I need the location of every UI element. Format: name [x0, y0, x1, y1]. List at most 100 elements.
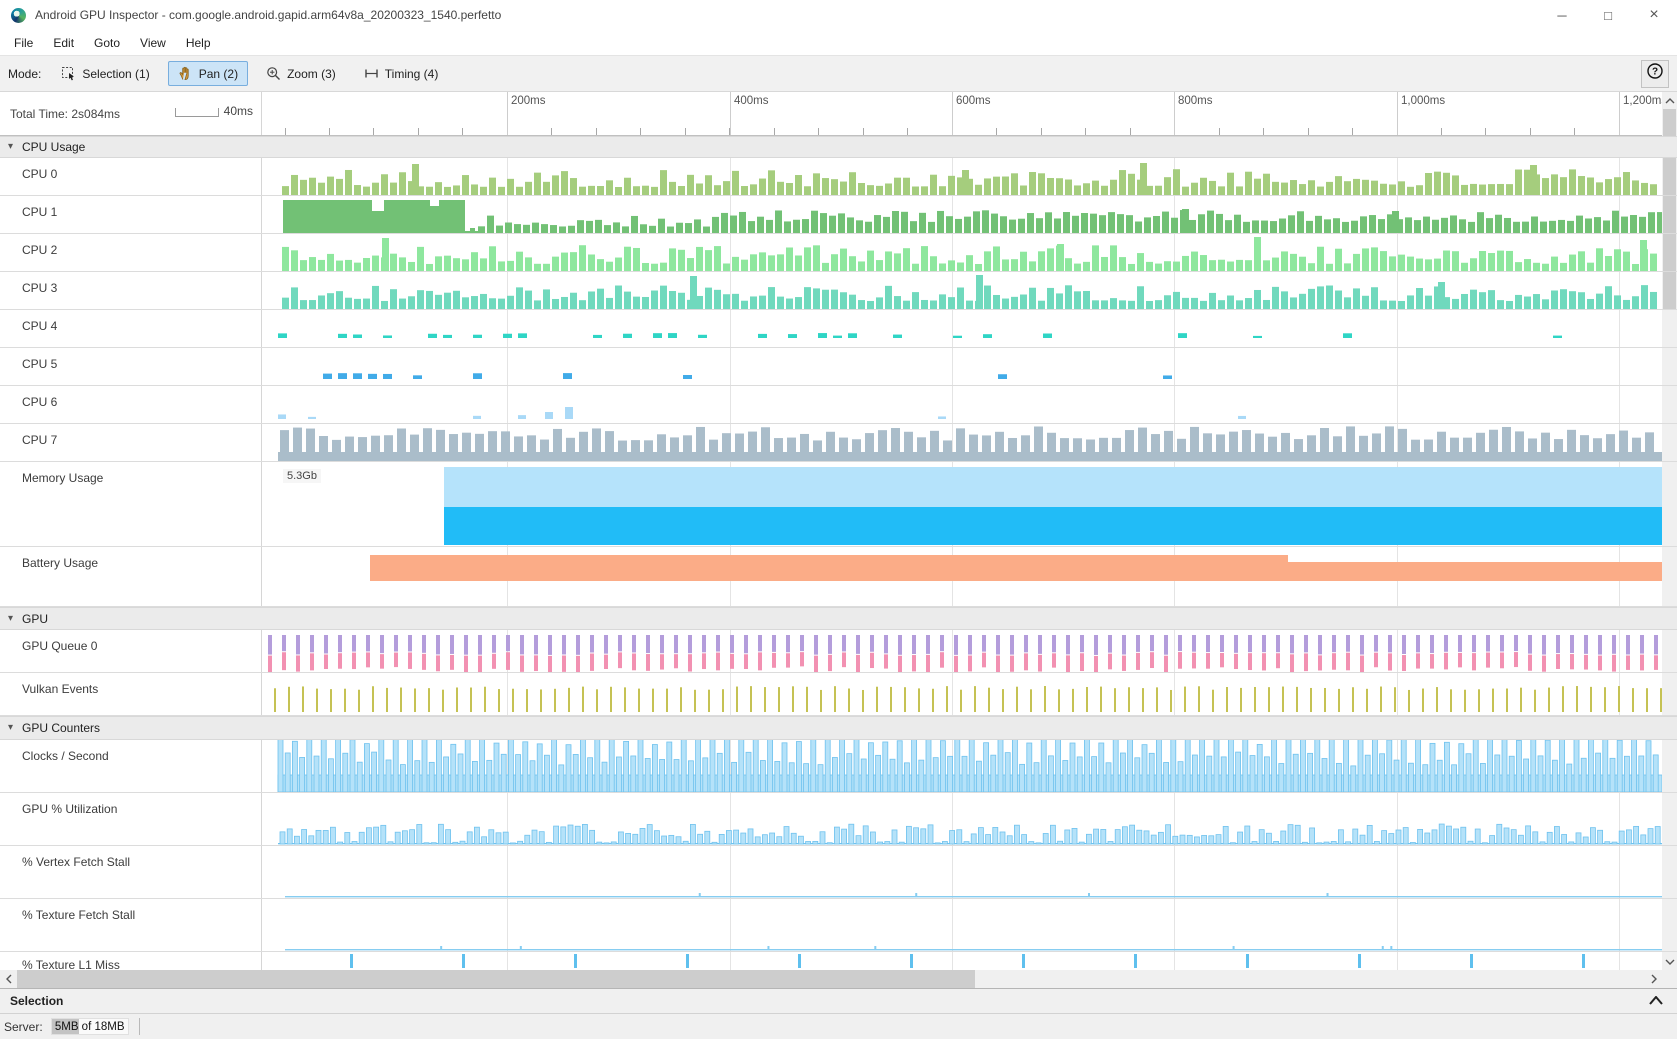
menu-file[interactable]: File	[4, 33, 43, 53]
track-label: Battery Usage	[0, 547, 262, 606]
app-window: Android GPU Inspector - com.google.andro…	[0, 0, 1677, 1039]
zoom-mode-button[interactable]: Zoom (3)	[256, 61, 346, 86]
track-row-battery-usage: Battery Usage	[0, 547, 1677, 607]
close-icon: ×	[1649, 6, 1658, 24]
title-bar: Android GPU Inspector - com.google.andro…	[0, 0, 1677, 30]
zoom-magnifier-icon	[266, 66, 281, 81]
selection-mode-label: Selection (1)	[82, 67, 149, 81]
help-button[interactable]: ?	[1641, 60, 1669, 88]
minimize-icon: ─	[1557, 8, 1566, 23]
scrollbar-corner	[1662, 970, 1677, 988]
track-label: Memory Usage	[0, 462, 262, 546]
scroll-left-arrow-icon[interactable]	[0, 970, 17, 988]
status-divider	[139, 1018, 140, 1035]
track-chart-vulkan[interactable]	[262, 673, 1662, 715]
track-label: CPU 5	[0, 348, 262, 385]
timeline-content: ▾ CPU Usage CPU 0 CPU 1 CPU 2 CPU 3 CPU …	[0, 136, 1677, 970]
collapse-triangle-icon: ▾	[8, 141, 13, 152]
track-chart-texture-fetch-stall[interactable]	[262, 899, 1662, 951]
track-label: Vulkan Events	[0, 673, 262, 715]
track-row-gpu-queue-0: GPU Queue 0	[0, 630, 1677, 673]
track-row-memory-usage: Memory Usage 5.3Gb	[0, 462, 1677, 547]
scroll-up-arrow-icon[interactable]	[1662, 92, 1677, 109]
server-label: Server:	[0, 1020, 43, 1034]
minimize-button[interactable]: ─	[1539, 0, 1585, 30]
track-row-texture-l1-miss: % Texture L1 Miss	[0, 952, 1677, 970]
selection-panel-title: Selection	[0, 994, 63, 1008]
track-label: CPU 3	[0, 272, 262, 309]
timing-mode-button[interactable]: Timing (4)	[354, 61, 449, 86]
track-label: % Texture Fetch Stall	[0, 899, 262, 951]
track-chart-texture-l1-miss[interactable]	[262, 952, 1662, 970]
ruler-summary: Total Time: 2s084ms 40ms	[0, 92, 262, 135]
track-row-vertex-fetch-stall: % Vertex Fetch Stall	[0, 846, 1677, 899]
timeline-ruler[interactable]: Total Time: 2s084ms 40ms 200ms400ms600ms…	[0, 92, 1677, 136]
scale-indicator: 40ms	[175, 106, 253, 117]
track-chart-cpu-2[interactable]	[262, 234, 1662, 271]
maximize-icon: □	[1604, 8, 1612, 23]
help-icon: ?	[1646, 62, 1664, 85]
scale-label: 40ms	[224, 106, 253, 117]
track-chart-cpu-6[interactable]	[262, 386, 1662, 423]
track-chart-cpu-0[interactable]	[262, 158, 1662, 195]
app-logo-icon	[11, 8, 26, 23]
track-chart-cpu-4[interactable]	[262, 310, 1662, 347]
maximize-button[interactable]: □	[1585, 0, 1631, 30]
group-header-gpu-counters[interactable]: ▾ GPU Counters	[0, 716, 1677, 740]
menu-view[interactable]: View	[130, 33, 176, 53]
menu-goto[interactable]: Goto	[84, 33, 130, 53]
ruler-major-label: 1,200ms	[1623, 95, 1662, 107]
track-row-cpu-4: CPU 4	[0, 310, 1677, 348]
menu-help[interactable]: Help	[176, 33, 221, 53]
track-label: GPU Queue 0	[0, 630, 262, 672]
ruler-major-label: 600ms	[956, 95, 991, 107]
zoom-mode-label: Zoom (3)	[287, 67, 336, 81]
horizontal-scrollbar-thumb[interactable]	[17, 970, 975, 988]
collapse-triangle-icon: ▾	[8, 722, 13, 733]
track-chart-battery[interactable]	[262, 547, 1662, 606]
pan-mode-button[interactable]: Pan (2)	[168, 61, 248, 86]
status-bar: Server: 5MB of 18MB	[0, 1014, 1677, 1039]
track-chart-cpu-7[interactable]	[262, 424, 1662, 461]
track-row-cpu-2: CPU 2	[0, 234, 1677, 272]
track-label: CPU 6	[0, 386, 262, 423]
selection-mode-button[interactable]: Selection (1)	[51, 61, 159, 86]
menu-edit[interactable]: Edit	[43, 33, 84, 53]
panel-collapse-chevron-icon[interactable]	[1649, 992, 1663, 1010]
track-label: % Vertex Fetch Stall	[0, 846, 262, 898]
track-chart-clocks[interactable]	[262, 740, 1662, 792]
scale-bracket-icon	[175, 108, 219, 117]
window-title: Android GPU Inspector - com.google.andro…	[35, 8, 501, 22]
pan-mode-label: Pan (2)	[199, 67, 238, 81]
track-chart-gpu-queue[interactable]	[262, 630, 1662, 672]
group-header-cpu-usage[interactable]: ▾ CPU Usage	[0, 136, 1677, 158]
track-row-cpu-6: CPU 6	[0, 386, 1677, 424]
total-time-label: Total Time: 2s084ms	[0, 107, 120, 121]
ruler-major-label: 400ms	[734, 95, 769, 107]
close-button[interactable]: ×	[1631, 0, 1677, 30]
selection-panel-header[interactable]: Selection	[0, 988, 1677, 1014]
track-row-cpu-3: CPU 3	[0, 272, 1677, 310]
track-chart-gpu-utilization[interactable]	[262, 793, 1662, 845]
track-row-gpu-utilization: GPU % Utilization	[0, 793, 1677, 846]
group-header-gpu[interactable]: ▾ GPU	[0, 607, 1677, 630]
track-row-clocks-per-second: Clocks / Second	[0, 740, 1677, 793]
track-label: Clocks / Second	[0, 740, 262, 792]
timing-icon	[364, 66, 379, 81]
track-row-vulkan-events: Vulkan Events	[0, 673, 1677, 716]
track-chart-vertex-fetch-stall[interactable]	[262, 846, 1662, 898]
track-label: CPU 1	[0, 196, 262, 233]
horizontal-scrollbar[interactable]	[0, 970, 1662, 988]
mode-toolbar: Mode: Selection (1) Pan (2) Zoom (3) Tim…	[0, 55, 1677, 92]
track-chart-cpu-3[interactable]	[262, 272, 1662, 309]
track-chart-cpu-1[interactable]	[262, 196, 1662, 233]
ruler-major-label: 800ms	[1178, 95, 1213, 107]
track-chart-memory[interactable]: 5.3Gb	[262, 462, 1662, 546]
ruler-ticks[interactable]: 200ms400ms600ms800ms1,000ms1,200ms	[262, 92, 1662, 135]
server-memory-badge: 5MB of 18MB	[51, 1018, 129, 1035]
track-chart-cpu-5[interactable]	[262, 348, 1662, 385]
track-row-texture-fetch-stall: % Texture Fetch Stall	[0, 899, 1677, 952]
scroll-right-arrow-icon[interactable]	[1645, 970, 1662, 988]
track-label: GPU % Utilization	[0, 793, 262, 845]
menu-bar: File Edit Goto View Help	[0, 30, 1677, 55]
